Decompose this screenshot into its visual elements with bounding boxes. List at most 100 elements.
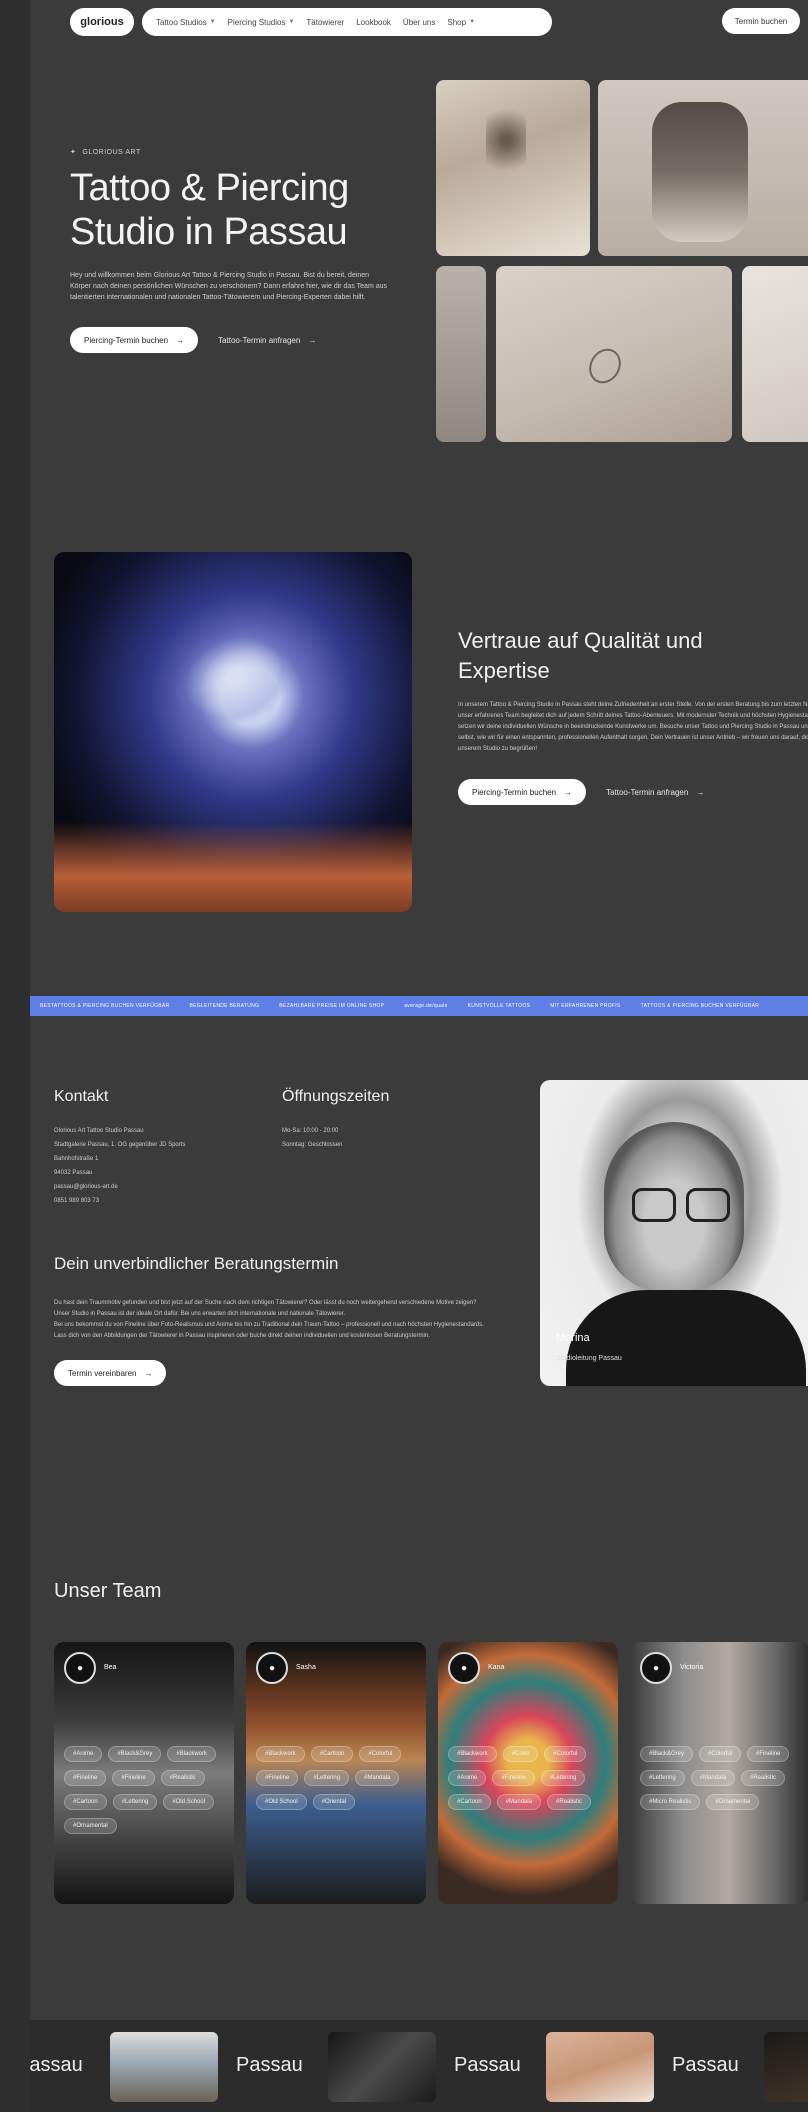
schedule-appointment-button[interactable]: Termin vereinbaren → — [54, 1360, 167, 1386]
team-member-name: Sasha — [296, 1664, 316, 1671]
tattoo-request-link[interactable]: Tattoo-Termin anfragen → — [218, 336, 316, 345]
hero-title: Tattoo & Piercing Studio in Passau — [70, 166, 400, 254]
style-tag[interactable]: #Blackwork — [167, 1746, 217, 1762]
chevron-down-icon: ▼ — [469, 19, 476, 25]
page: glorious Tattoo Studios ▼ Piercing Studio… — [30, 0, 808, 2112]
link-label: Tattoo-Termin anfragen — [218, 335, 301, 345]
style-tag[interactable]: #Realistic — [741, 1770, 786, 1786]
book-appointment-button[interactable]: Termin buchen — [722, 8, 800, 34]
menu-item-ueber-uns[interactable]: Über uns — [403, 18, 435, 27]
style-tag[interactable]: #Fineline — [256, 1770, 299, 1786]
avatar: ● — [448, 1652, 480, 1684]
marquee-item: BEGLEITENDE BERATUNG — [189, 1003, 260, 1009]
style-tag[interactable]: #Colorful — [359, 1746, 402, 1762]
hero-eyebrow: ✦ GLORIOUS ART — [70, 148, 400, 157]
studio-thumbnail — [110, 2032, 218, 2102]
style-tag[interactable]: #Cartoon — [310, 1746, 354, 1762]
chevron-down-icon: ▼ — [288, 19, 295, 25]
menu-item-piercing-studios[interactable]: Piercing Studios ▼ — [228, 18, 295, 27]
style-tag[interactable]: #Micro Realistic — [640, 1794, 701, 1810]
style-tag[interactable]: #Lettering — [640, 1770, 685, 1786]
opening-hours-sunday: Sonntag: Geschlossen — [282, 1142, 343, 1148]
team-title: Unser Team — [54, 1580, 162, 1602]
contact-studio-name: Glorious Art Tattoo Studio Passau — [54, 1128, 144, 1134]
style-tag[interactable]: #Colorful — [544, 1746, 587, 1762]
consultation-paragraph: Lass dich von den Abbildungen der Tätowi… — [54, 1333, 430, 1339]
style-tag[interactable]: #Anime — [64, 1746, 103, 1762]
style-tag[interactable]: #Ornamental — [64, 1818, 117, 1834]
piercing-booking-button[interactable]: Piercing-Termin buchen → — [70, 327, 199, 353]
tattoo-request-link[interactable]: Tattoo-Termin anfragen → — [606, 788, 704, 797]
avatar: ● — [256, 1652, 288, 1684]
opening-hours-title: Öffnungszeiten — [282, 1088, 390, 1105]
style-tags: #Anime #Black&Grey #Blackwork #Fineline … — [64, 1746, 224, 1834]
style-tag[interactable]: #Fineline — [747, 1746, 790, 1762]
quality-title-line-2: Expertise — [458, 658, 550, 683]
style-tag[interactable]: #Black&Grey — [640, 1746, 694, 1762]
style-tag[interactable]: #Mandala — [496, 1794, 542, 1810]
team-member-card[interactable]: ● Victoria #Black&Grey #Colorful #Fineli… — [630, 1642, 808, 1904]
style-tag[interactable]: #Lettering — [540, 1770, 586, 1786]
contact-address-line: Stadtgalerie Passau, 1. OG gegenüber JD … — [54, 1142, 186, 1148]
studio-manager-portrait: Marina Studioleitung Passau — [540, 1080, 808, 1386]
hero-eyebrow-text: GLORIOUS ART — [82, 148, 141, 156]
arrow-right-icon: → — [564, 787, 573, 797]
marquee-word: Passau — [454, 2054, 521, 2076]
team-member-name: Bea — [104, 1664, 117, 1671]
style-tag[interactable]: #Old School — [256, 1794, 307, 1810]
marquee-item: TATTOOS & PIERCING BUCHEN VERFÜGBAR — [640, 1003, 760, 1009]
style-tag[interactable]: #Lettering — [304, 1770, 350, 1786]
avatar: ● — [64, 1652, 96, 1684]
contact-title: Kontakt — [54, 1088, 109, 1105]
style-tag[interactable]: #Color — [502, 1746, 539, 1762]
quality-buttons: Piercing-Termin buchen → Tattoo-Termin a… — [458, 779, 808, 805]
logo[interactable]: glorious — [70, 8, 134, 36]
style-tag[interactable]: #Lettering — [112, 1794, 158, 1810]
hero-title-line-2: Studio in Passau — [70, 211, 348, 253]
style-tag[interactable]: #Fineline — [64, 1770, 107, 1786]
consultation-paragraph: Du hast dein Traummotiv gefunden und bis… — [54, 1300, 477, 1317]
marquee-item: average.de/quale — [404, 1003, 448, 1009]
team-member-card[interactable]: ● Kana #Blackwork #Color #Colorful #Anim… — [438, 1642, 618, 1904]
button-label: Piercing-Termin buchen — [472, 787, 557, 797]
gallery-image-arm-tattoo — [496, 266, 732, 442]
menu-item-label: Über uns — [402, 17, 436, 27]
top-nav: glorious Tattoo Studios ▼ Piercing Studio… — [70, 8, 800, 38]
team-member-card[interactable]: ● Bea #Anime #Black&Grey #Blackwork #Fin… — [54, 1642, 234, 1904]
button-label: Piercing-Termin buchen — [84, 335, 169, 345]
style-tag[interactable]: #Black&Grey — [108, 1746, 162, 1762]
team-member-card[interactable]: ● Sasha #Blackwork #Cartoon #Colorful #F… — [246, 1642, 426, 1904]
contact-phone-link[interactable]: 0851 989 803 73 — [54, 1194, 185, 1208]
opening-hours-weekdays: Mo-Sa: 10:00 - 20:00 — [282, 1128, 339, 1134]
style-tag[interactable]: #Old School — [163, 1794, 215, 1810]
marquee-banner: BESTATTOOS & PIERCING BUCHEN VERFÜGBAR B… — [30, 996, 808, 1016]
menu-item-taetowierer[interactable]: Tätowierer — [306, 18, 344, 27]
style-tag[interactable]: #Colorful — [699, 1746, 742, 1762]
menu-item-tattoo-studios[interactable]: Tattoo Studios ▼ — [156, 18, 216, 27]
marquee-word: Passau — [236, 2054, 303, 2076]
style-tag[interactable]: #Fineline — [112, 1770, 155, 1786]
style-tag[interactable]: #Realistic — [160, 1770, 205, 1786]
style-tag[interactable]: #Oriental — [312, 1794, 356, 1810]
menu-item-shop[interactable]: Shop ▼ — [447, 18, 475, 27]
style-tag[interactable]: #Mandala — [690, 1770, 736, 1786]
style-tag[interactable]: #Realistic — [547, 1794, 592, 1810]
main-menu: Tattoo Studios ▼ Piercing Studios ▼ Tätowi… — [142, 8, 552, 36]
style-tag[interactable]: #Blackwork — [448, 1746, 497, 1762]
style-tag[interactable]: #Fineline — [492, 1770, 535, 1786]
style-tag[interactable]: #Blackwork — [256, 1746, 305, 1762]
style-tag[interactable]: #Cartoon — [448, 1794, 491, 1810]
style-tag[interactable]: #Cartoon — [64, 1794, 107, 1810]
gallery-image — [436, 266, 486, 442]
opening-hours-block: Öffnungszeiten Mo-Sa: 10:00 - 20:00 Sonn… — [282, 1088, 389, 1152]
tattoo-thumbnail — [328, 2032, 436, 2102]
tattoo-thumbnail — [546, 2032, 654, 2102]
style-tag[interactable]: #Ornamental — [706, 1794, 760, 1810]
piercing-booking-button[interactable]: Piercing-Termin buchen → — [458, 779, 587, 805]
menu-item-lookbook[interactable]: Lookbook — [356, 18, 391, 27]
style-tag[interactable]: #Anime — [448, 1770, 487, 1786]
quality-title: Vertraue auf Qualität und Expertise — [458, 626, 808, 686]
contact-email-link[interactable]: passau@glorious-art.de — [54, 1180, 185, 1194]
style-tag[interactable]: #Mandala — [355, 1770, 400, 1786]
consultation-paragraph: Bei uns bekommst du von Fineline über Fo… — [54, 1322, 484, 1328]
